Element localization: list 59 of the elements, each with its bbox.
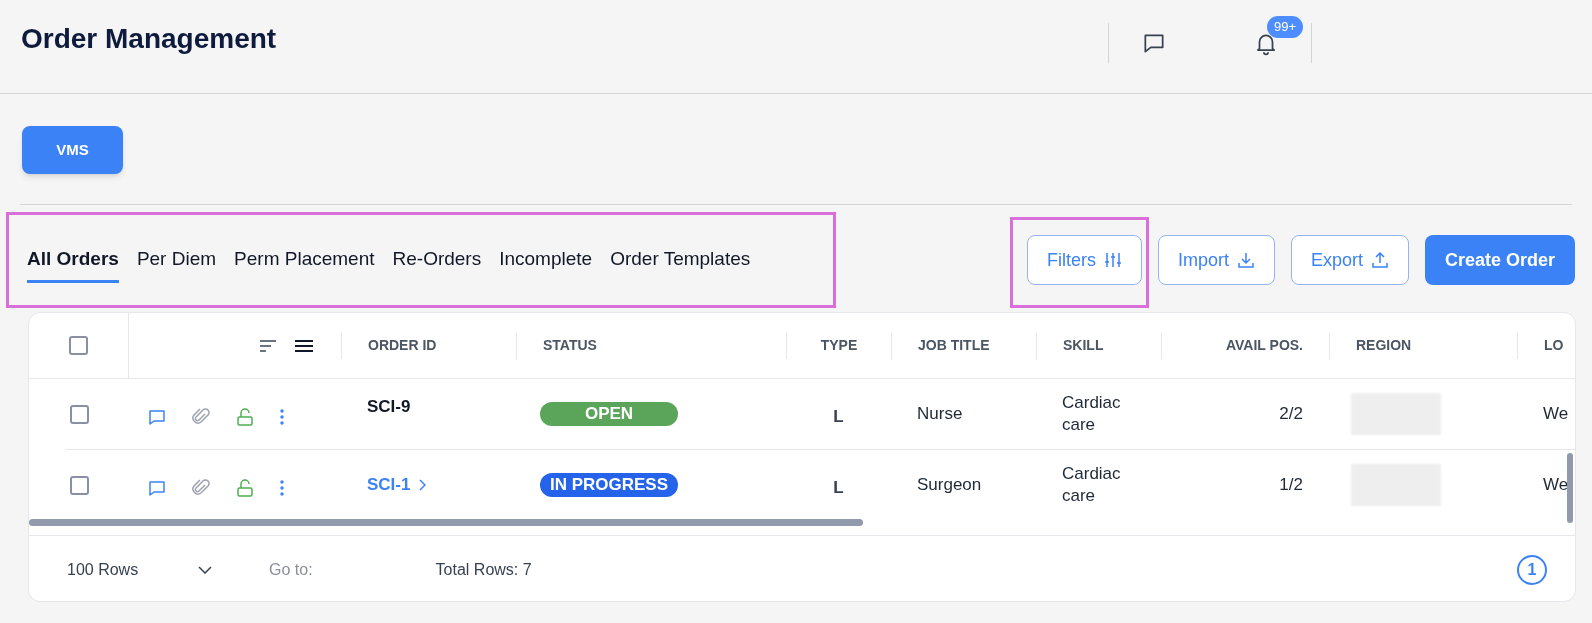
- action-button[interactable]: Import: [1157, 235, 1275, 285]
- upload-icon: [1370, 251, 1389, 269]
- tab[interactable]: Perm Placement: [234, 237, 375, 283]
- column-header[interactable]: TYPE: [820, 335, 858, 356]
- checkbox[interactable]: [69, 404, 89, 424]
- download-icon: [1236, 251, 1255, 269]
- checkbox[interactable]: [69, 336, 88, 355]
- page-title: Order Management: [21, 22, 277, 56]
- column-header[interactable]: REGION: [1356, 335, 1412, 356]
- table-cell: 1/2: [1279, 475, 1303, 495]
- horizontal-scrollbar[interactable]: [29, 519, 863, 526]
- chevron-down-icon: [198, 565, 212, 574]
- order-id: SCI-9: [367, 396, 411, 419]
- vms-button[interactable]: VMS: [22, 126, 123, 174]
- goto-label: Go to:: [269, 559, 313, 580]
- table-cell: Nurse: [917, 404, 963, 424]
- table-cell: We: [1543, 475, 1569, 495]
- comment-icon[interactable]: [147, 407, 167, 427]
- unlock-icon[interactable]: [235, 407, 255, 427]
- column-header[interactable]: STATUS: [543, 335, 597, 356]
- table-cell: L: [833, 478, 844, 498]
- more-icon[interactable]: [279, 478, 285, 498]
- paperclip-icon[interactable]: [191, 407, 211, 427]
- tab[interactable]: Order Templates: [610, 237, 751, 283]
- column-header[interactable]: LO: [1544, 335, 1564, 356]
- rows-per-page-dropdown[interactable]: 100 Rows: [67, 557, 212, 582]
- checkbox[interactable]: [69, 475, 89, 495]
- status-badge: IN PROGRESS: [540, 473, 678, 497]
- column-header[interactable]: SKILL: [1063, 335, 1104, 356]
- table-cell: Surgeon: [917, 475, 982, 495]
- unlock-icon[interactable]: [235, 478, 255, 498]
- table-cell: 2/2: [1279, 404, 1303, 424]
- paperclip-icon[interactable]: [191, 478, 211, 498]
- tab[interactable]: Incomplete: [499, 237, 593, 283]
- table-cell-text: Cardiac care: [1062, 392, 1122, 436]
- table-cell: We: [1543, 404, 1569, 424]
- tab[interactable]: Re-Orders: [392, 237, 482, 283]
- menu-icon[interactable]: [295, 338, 313, 353]
- create-order-button[interactable]: Create Order: [1424, 235, 1575, 285]
- status-badge: OPEN: [540, 402, 678, 426]
- vertical-scrollbar[interactable]: [1567, 453, 1573, 523]
- chevron-right-icon[interactable]: [418, 479, 427, 491]
- column-header[interactable]: AVAIL POS.: [1226, 335, 1303, 356]
- tab[interactable]: Per Diem: [136, 237, 217, 283]
- column-header[interactable]: JOB TITLE: [918, 335, 990, 356]
- sliders-icon: [1103, 251, 1122, 269]
- sort-icon[interactable]: [259, 338, 277, 353]
- table-cell: L: [833, 407, 844, 427]
- table-cell-text: Cardiac care: [1062, 463, 1122, 507]
- notification-badge: 99+: [1267, 16, 1304, 38]
- tab[interactable]: All Orders: [27, 237, 119, 283]
- action-button[interactable]: Export: [1290, 235, 1409, 285]
- action-button[interactable]: Filters: [1026, 235, 1142, 285]
- comment-icon[interactable]: [147, 478, 167, 498]
- order-link[interactable]: SCI-1: [367, 472, 411, 498]
- total-rows: Total Rows: 7: [435, 557, 532, 582]
- column-header[interactable]: ORDER ID: [368, 335, 437, 356]
- page-button[interactable]: 1: [1517, 554, 1547, 585]
- more-icon[interactable]: [279, 407, 285, 427]
